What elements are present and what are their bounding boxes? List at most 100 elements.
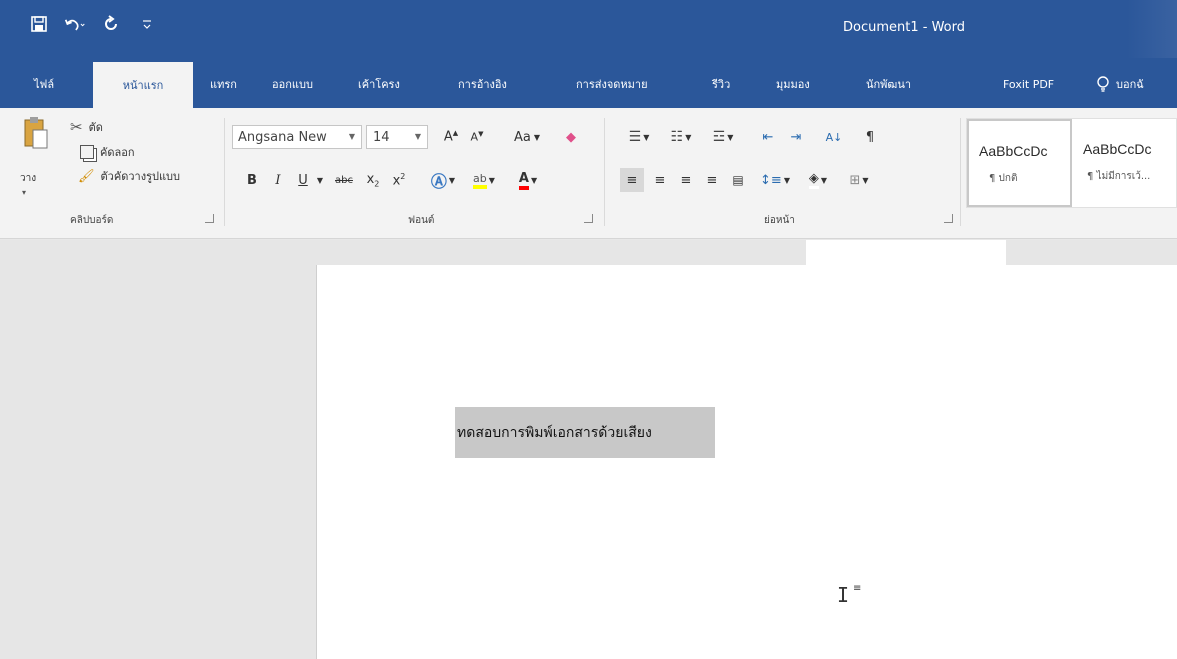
copy-button[interactable]: คัดลอก: [80, 141, 135, 163]
document-area[interactable]: ทดสอบการพิมพ์เอกสารด้วยเสียง I ≡: [0, 240, 1177, 659]
align-center-icon: ≡: [654, 172, 666, 188]
grow-font-icon: A▲: [443, 129, 459, 145]
blank-overlay: [806, 240, 1006, 286]
grow-font-button[interactable]: A▲: [440, 125, 462, 149]
superscript-button[interactable]: x2: [388, 168, 410, 192]
clipboard-dialog-launcher-icon[interactable]: [205, 214, 214, 223]
shrink-font-button[interactable]: A▼: [466, 125, 488, 149]
sort-icon: A↓: [825, 130, 843, 144]
copy-icon: [80, 145, 94, 159]
tab-developer[interactable]: นักพัฒนา: [866, 70, 911, 98]
group-separator: [960, 118, 961, 226]
tab-mailings[interactable]: การส่งจดหมาย: [576, 70, 648, 98]
change-case-button[interactable]: Aa ▼: [508, 125, 546, 149]
multilevel-list-button[interactable]: ☲ ▼: [706, 125, 740, 149]
italic-button[interactable]: I: [268, 168, 288, 192]
clipboard-group-label: คลิปบอร์ด: [70, 215, 114, 226]
bold-icon: B: [247, 172, 257, 188]
font-name-value: Angsana New: [238, 129, 327, 145]
bullets-button[interactable]: ☰ ▼: [622, 125, 656, 149]
format-painter-label: ตัวคัดวางรูปแบบ: [100, 170, 181, 183]
numbering-button[interactable]: ☷ ▼: [664, 125, 698, 149]
group-separator: [224, 118, 225, 226]
redo-icon[interactable]: [100, 13, 122, 35]
chevron-down-icon: ▼: [448, 175, 456, 185]
font-size-combo[interactable]: 14 ▼: [366, 125, 428, 149]
chevron-down-icon: ▼: [727, 132, 734, 142]
paragraph-dialog-launcher-icon[interactable]: [944, 214, 953, 223]
highlight-color-button[interactable]: ab ▼: [466, 168, 502, 192]
borders-button[interactable]: ⊞ ▼: [842, 168, 876, 192]
numbering-icon: ☷: [670, 129, 684, 145]
font-name-combo[interactable]: Angsana New ▼: [232, 125, 362, 149]
align-left-icon: ≡: [626, 172, 638, 188]
multilevel-list-icon: ☲: [712, 129, 726, 145]
text-effects-button[interactable]: Ⓐ ▼: [426, 168, 460, 192]
document-page[interactable]: ทดสอบการพิมพ์เอกสารด้วยเสียง I ≡: [316, 265, 1177, 659]
subscript-icon: x2: [366, 171, 380, 189]
align-right-icon: ≡: [680, 172, 692, 188]
chevron-down-icon: ▼: [862, 175, 869, 185]
distributed-button[interactable]: ▤: [726, 168, 750, 192]
cut-button[interactable]: ✂ ตัด: [70, 116, 103, 138]
chevron-down-icon: ▼: [533, 132, 540, 142]
style-normal[interactable]: AaBbCcDc ¶ ปกติ: [967, 119, 1072, 207]
align-center-button[interactable]: ≡: [648, 168, 672, 192]
tab-insert[interactable]: แทรก: [210, 70, 237, 98]
tab-review[interactable]: รีวิว: [712, 70, 730, 98]
font-color-button[interactable]: A ▼: [510, 168, 546, 192]
sort-button[interactable]: A↓: [822, 125, 846, 149]
tell-me-box[interactable]: บอกฉั: [1096, 70, 1144, 98]
bullets-icon: ☰: [628, 129, 642, 145]
tab-view[interactable]: มุมมอง: [776, 70, 810, 98]
justify-button[interactable]: ≡: [700, 168, 724, 192]
font-size-value: 14: [373, 129, 390, 145]
subscript-button[interactable]: x2: [362, 168, 384, 192]
lightbulb-icon: [1097, 76, 1109, 92]
paste-button[interactable]: วาง ▾: [14, 116, 50, 197]
align-right-button[interactable]: ≡: [674, 168, 698, 192]
chevron-down-icon: ▼: [643, 132, 650, 142]
font-dialog-launcher-icon[interactable]: [584, 214, 593, 223]
tab-layout[interactable]: เค้าโครง: [358, 70, 400, 98]
align-left-button[interactable]: ≡: [620, 168, 644, 192]
decrease-indent-button[interactable]: ⇤: [756, 125, 780, 149]
format-painter-button[interactable]: 🖌 ตัวคัดวางรูปแบบ: [78, 165, 180, 187]
text-effects-icon: Ⓐ: [430, 172, 447, 191]
chevron-down-icon: ▼: [530, 175, 538, 185]
increase-indent-button[interactable]: ⇥: [784, 125, 808, 149]
increase-indent-icon: ⇥: [790, 129, 802, 145]
tell-me-label: บอกฉั: [1116, 78, 1144, 91]
superscript-icon: x2: [392, 171, 406, 189]
tab-foxit-pdf[interactable]: Foxit PDF: [1003, 70, 1054, 98]
undo-icon[interactable]: [64, 13, 86, 35]
cut-label: ตัด: [88, 121, 103, 134]
selected-text[interactable]: ทดสอบการพิมพ์เอกสารด้วยเสียง: [455, 407, 715, 458]
line-spacing-button[interactable]: ↕≡ ▼: [758, 168, 792, 192]
shading-button[interactable]: ◈ ▼: [800, 168, 836, 192]
ribbon-home: วาง ▾ ✂ ตัด คัดลอก 🖌 ตัวคัดวางรูปแบบ คลิ…: [0, 108, 1177, 239]
save-icon[interactable]: [28, 13, 50, 35]
distributed-icon: ▤: [732, 173, 744, 187]
tab-references[interactable]: การอ้างอิง: [458, 70, 507, 98]
strikethrough-button[interactable]: abc: [330, 168, 358, 192]
underline-button[interactable]: U: [292, 168, 314, 192]
tab-design[interactable]: ออกแบบ: [272, 70, 313, 98]
customize-qat-icon[interactable]: [136, 13, 158, 35]
underline-dropdown[interactable]: ▼: [314, 168, 326, 192]
tab-home[interactable]: หน้าแรก: [93, 62, 193, 108]
chevron-down-icon: ▼: [348, 132, 355, 141]
click-and-type-icon: ≡: [853, 583, 862, 594]
line-spacing-icon: ↕≡: [760, 172, 782, 188]
chevron-down-icon: ▼: [820, 175, 828, 185]
tab-file[interactable]: ไฟล์: [34, 70, 54, 98]
chevron-down-icon: ▼: [685, 132, 692, 142]
style-name: ¶ ปกติ: [989, 173, 1018, 184]
style-no-spacing[interactable]: AaBbCcDc ¶ ไม่มีการเว้...: [1073, 119, 1177, 207]
show-formatting-button[interactable]: ¶: [858, 125, 882, 149]
bold-button[interactable]: B: [242, 168, 262, 192]
justify-icon: ≡: [706, 172, 718, 188]
eraser-icon: ◆: [566, 129, 576, 145]
chevron-down-icon: ▼: [488, 175, 495, 185]
clear-formatting-button[interactable]: ◆: [560, 125, 582, 149]
